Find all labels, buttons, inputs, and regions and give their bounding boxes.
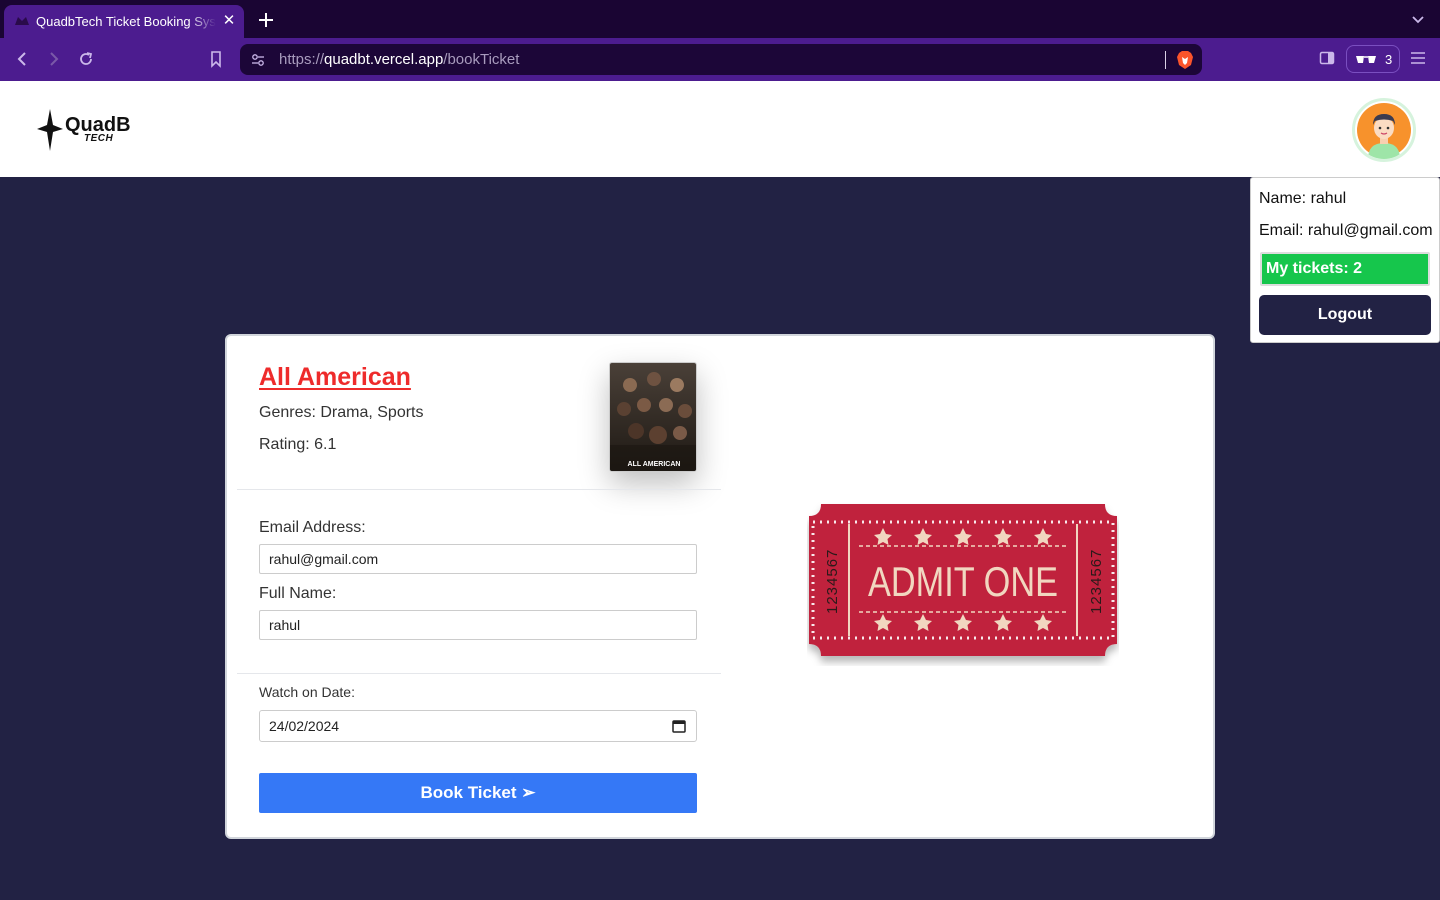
admit-one-ticket-image: ADMIT ONE 1234567 1234567 xyxy=(809,504,1117,656)
shields-count: 3 xyxy=(1385,52,1393,67)
url-scheme: https:// xyxy=(279,51,325,68)
tab-close-icon[interactable]: ✕ xyxy=(220,12,238,30)
movie-rating: Rating: 6.1 xyxy=(259,436,337,453)
brave-shields-icon[interactable] xyxy=(1176,50,1194,70)
poster-caption: ALL AMERICAN xyxy=(628,461,681,468)
bookmark-icon[interactable] xyxy=(207,50,225,68)
logo-subtext: TECH xyxy=(84,133,114,144)
section-divider xyxy=(237,489,721,490)
sidebar-toggle-icon[interactable] xyxy=(1319,50,1335,66)
tab-title: QuadbTech Ticket Booking System xyxy=(36,14,216,29)
user-dropdown: Name: rahul Email: rahul@gmail.com My ti… xyxy=(1250,177,1440,343)
poster-image: ALL AMERICAN xyxy=(610,363,696,471)
movie-poster: ALL AMERICAN xyxy=(609,362,697,472)
url-text: https://quadbt.vercel.app/bookTicket xyxy=(279,51,519,68)
browser-tab-strip: QuadbTech Ticket Booking System ✕ xyxy=(0,0,1440,40)
user-name: Name: rahul xyxy=(1259,190,1347,207)
reload-icon[interactable] xyxy=(77,50,95,68)
site-header: QuadB TECH xyxy=(0,81,1440,177)
my-tickets-button[interactable]: My tickets: 2 xyxy=(1260,252,1430,286)
booking-card: All American Genres: Drama, Sports Ratin… xyxy=(225,334,1215,839)
site-settings-icon[interactable] xyxy=(250,52,266,68)
user-avatar[interactable] xyxy=(1352,98,1416,162)
url-path: /bookTicket xyxy=(443,51,520,68)
new-tab-plus-icon[interactable] xyxy=(256,10,276,30)
shields-badge[interactable]: 3 xyxy=(1346,45,1400,73)
forward-arrow-icon[interactable] xyxy=(45,50,63,68)
watch-date-field[interactable]: 24/02/2024 xyxy=(259,710,697,742)
section-divider xyxy=(237,673,721,674)
email-field[interactable]: rahul@gmail.com xyxy=(259,544,697,574)
browser-tab[interactable]: QuadbTech Ticket Booking System ✕ xyxy=(4,5,244,38)
book-ticket-button[interactable]: Book Ticket ➢ xyxy=(259,773,697,813)
tab-favicon-icon xyxy=(15,17,29,25)
browser-toolbar: https://quadbt.vercel.app/bookTicket 3 xyxy=(0,38,1440,81)
ticket-serial-right: 1234567 xyxy=(1088,549,1105,614)
glasses-icon xyxy=(1356,56,1376,63)
watch-date-value: 24/02/2024 xyxy=(269,718,340,734)
back-arrow-icon[interactable] xyxy=(13,50,31,68)
address-bar[interactable]: https://quadbt.vercel.app/bookTicket xyxy=(240,44,1202,75)
url-separator xyxy=(1165,51,1166,69)
watch-date-label: Watch on Date: xyxy=(259,684,355,700)
logo-mark-icon xyxy=(37,109,63,151)
url-host: quadbt.vercel.app xyxy=(324,51,444,68)
tab-list-chevron-down-icon[interactable] xyxy=(1412,14,1424,26)
logout-button[interactable]: Logout xyxy=(1259,295,1431,335)
calendar-icon[interactable] xyxy=(672,719,686,733)
user-email: Email: rahul@gmail.com xyxy=(1259,222,1433,239)
full-name-label: Full Name: xyxy=(259,585,337,602)
email-label: Email Address: xyxy=(259,519,366,536)
hamburger-menu-icon[interactable] xyxy=(1410,51,1426,65)
quadb-logo[interactable]: QuadB TECH xyxy=(36,109,146,151)
ticket-serial-left: 1234567 xyxy=(824,549,841,614)
ticket-admit-text: ADMIT ONE xyxy=(868,558,1058,605)
movie-genres: Genres: Drama, Sports xyxy=(259,404,424,421)
full-name-field[interactable]: rahul xyxy=(259,610,697,640)
movie-title-link[interactable]: All American xyxy=(259,363,411,392)
avatar-person-icon xyxy=(1357,103,1411,159)
logo-text: QuadB xyxy=(65,114,131,136)
